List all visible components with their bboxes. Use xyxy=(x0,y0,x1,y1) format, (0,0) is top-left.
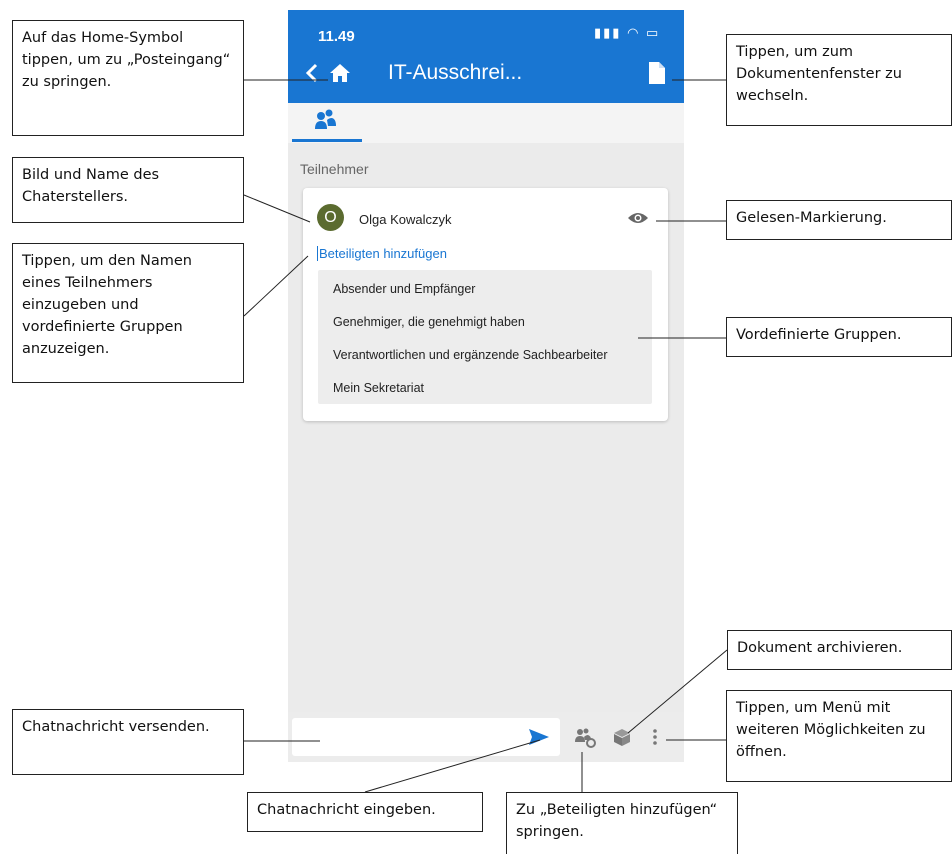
callout-creator: Bild und Name des Chaterstellers. xyxy=(12,157,244,223)
callout-menu: Tippen, um Menü mit weiteren Möglichkeit… xyxy=(726,690,952,782)
callout-archive: Dokument archivieren. xyxy=(727,630,952,670)
callout-send: Chatnachricht versenden. xyxy=(12,709,244,775)
callout-jump-add: Zu „Beteiligten hinzufügen“ springen. xyxy=(506,792,738,854)
callout-groups: Vordefinierte Gruppen. xyxy=(726,317,952,357)
callout-chat-input: Chatnachricht eingeben. xyxy=(247,792,483,832)
callout-read-marker: Gelesen-Markierung. xyxy=(726,200,952,240)
callout-home: Auf das Home-Symbol tippen, um zu „Poste… xyxy=(12,20,244,136)
callout-document: Tippen, um zum Dokumentenfenster zu wech… xyxy=(726,34,952,126)
callout-add-participant: Tippen, um den Namen eines Teilnehmers e… xyxy=(12,243,244,383)
